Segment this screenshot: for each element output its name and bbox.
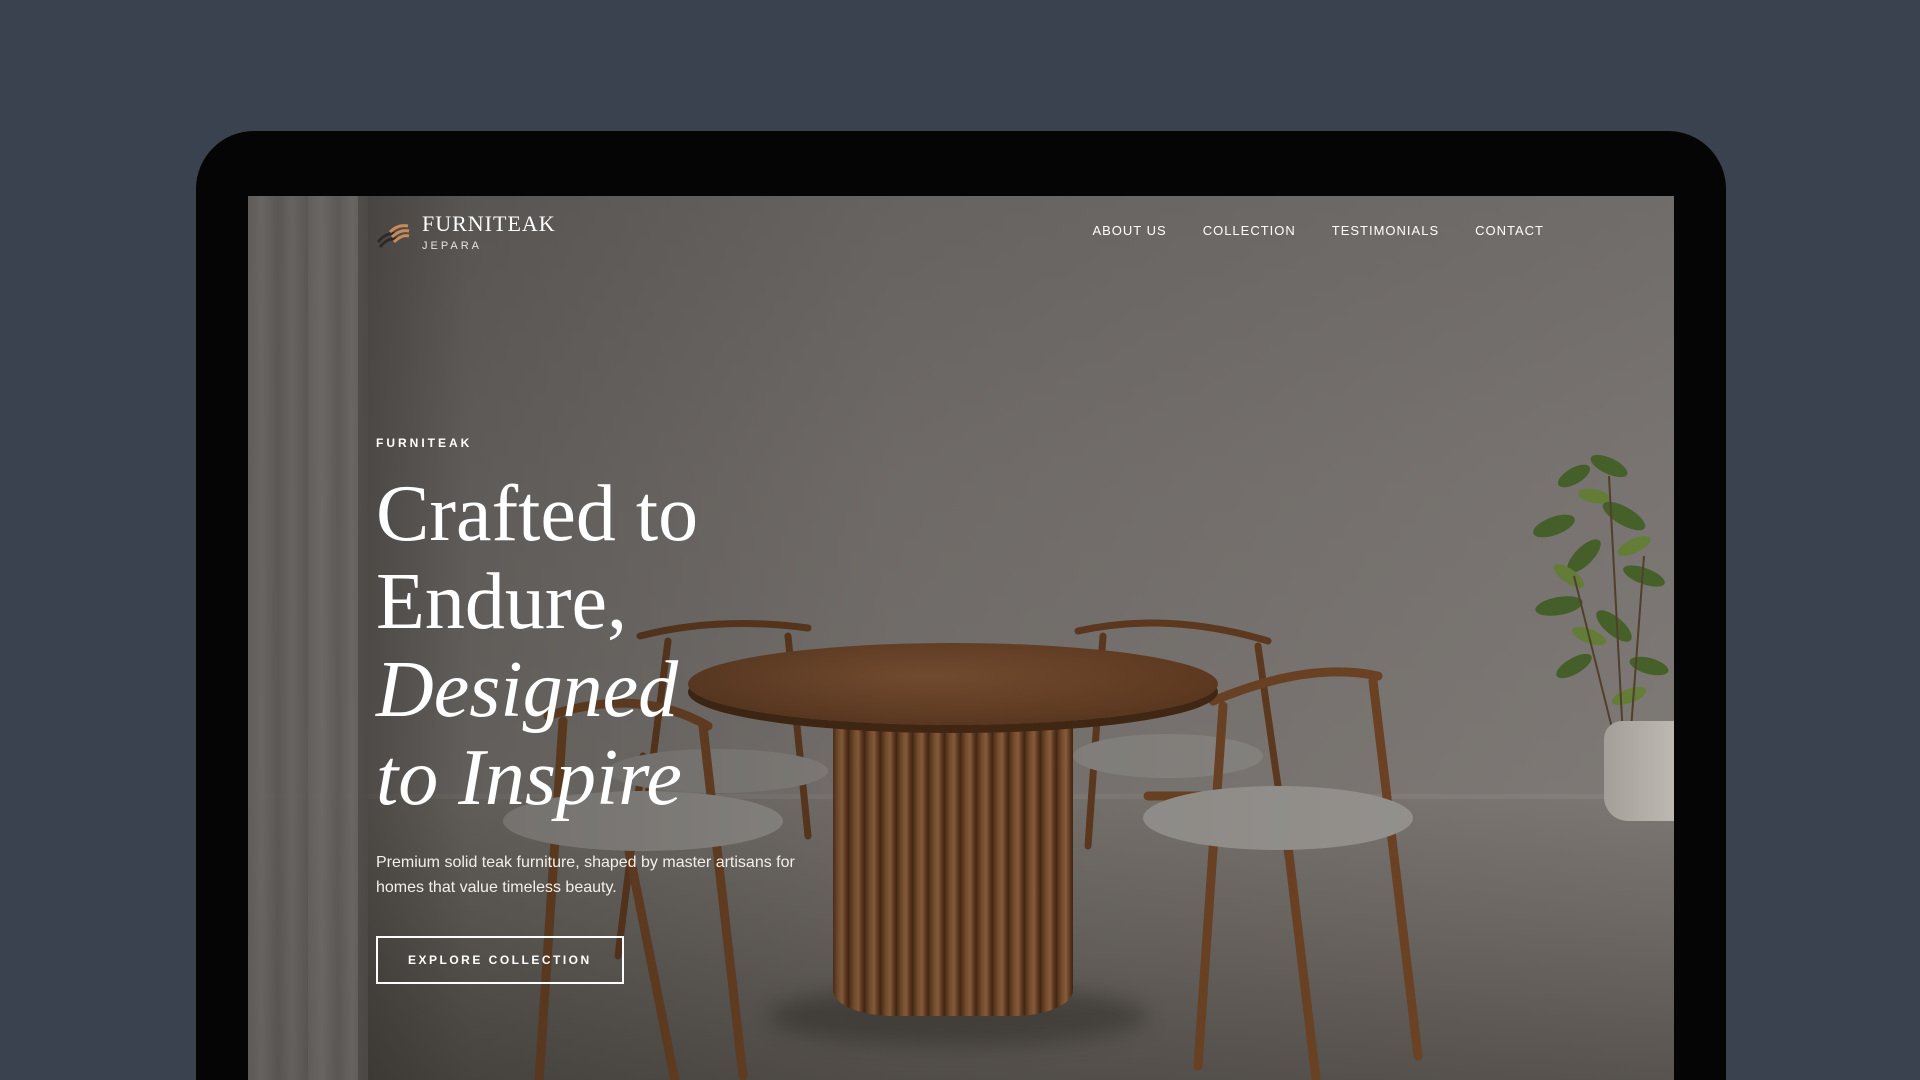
headline-line-3: Designed (376, 646, 679, 734)
brand-location: JEPARA (422, 240, 482, 252)
nav-link-collection[interactable]: COLLECTION (1203, 223, 1296, 238)
laptop-frame: FURNITEAK JEPARA ABOUT US COLLECTION TES… (196, 131, 1726, 1080)
brand-name: FURNITEAK (422, 211, 556, 236)
hero-eyebrow: FURNITEAK (376, 436, 473, 450)
nav-link-testimonials[interactable]: TESTIMONIALS (1332, 223, 1439, 238)
site-header: FURNITEAK JEPARA ABOUT US COLLECTION TES… (248, 196, 1674, 276)
headline-line-4: to Inspire (376, 734, 682, 822)
hero-headline: Crafted to Endure, Designed to Inspire (376, 470, 896, 822)
hero-subtext: Premium solid teak furniture, shaped by … (376, 854, 795, 896)
brand-text: FURNITEAK JEPARA (422, 211, 556, 253)
headline-line-1: Crafted to (376, 470, 699, 558)
headline-line-2: Endure, (376, 558, 628, 646)
nav-link-about-us[interactable]: ABOUT US (1092, 223, 1166, 238)
website-viewport: FURNITEAK JEPARA ABOUT US COLLECTION TES… (248, 196, 1674, 1080)
nav-link-contact[interactable]: CONTACT (1475, 223, 1544, 238)
brand-logo[interactable]: FURNITEAK JEPARA (376, 212, 556, 252)
explore-collection-button[interactable]: EXPLORE COLLECTION (376, 936, 624, 984)
main-nav: ABOUT US COLLECTION TESTIMONIALS CONTACT (1092, 223, 1544, 238)
hero-section: FURNITEAK Crafted to Endure, Designed to… (376, 436, 896, 984)
brand-logo-mark-icon (376, 224, 410, 248)
